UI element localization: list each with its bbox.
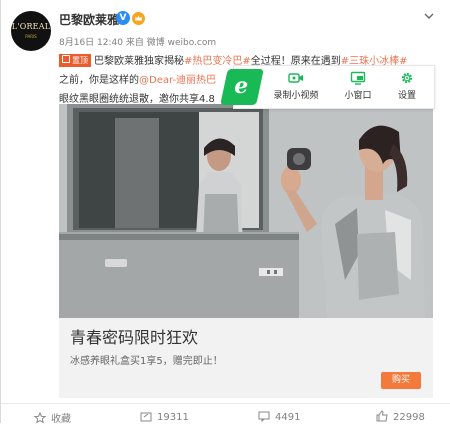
gear-icon — [401, 72, 413, 84]
post-text: 之前，你是这样的 — [59, 75, 139, 86]
browser-logo-icon[interactable]: e — [220, 69, 264, 105]
verified-icon: V — [116, 11, 130, 25]
ad-title: 青春密码限时狂欢 — [70, 328, 199, 347]
record-video-button[interactable]: 录制小视频 — [268, 71, 324, 101]
post-text-line-2: 之前，你是这样的@Dear-迪丽热巴 — [59, 71, 216, 86]
comment-button[interactable]: 4491 — [258, 410, 300, 423]
pin-icon — [62, 55, 70, 63]
ad-card[interactable]: 青春密码限时狂欢 冰感养眼礼盒买1享5，赠完即止！ 购买 — [59, 318, 433, 398]
pinned-label: 置顶 — [72, 56, 88, 65]
mini-window-label: 小窗口 — [344, 91, 372, 101]
browser-logo-letter: e — [234, 73, 249, 99]
post-text: 巴黎欧莱雅独家揭秘 — [94, 56, 184, 67]
thumbs-up-icon — [376, 410, 388, 422]
settings-label: 设置 — [397, 91, 416, 101]
avatar-sub-text: PARIS — [25, 34, 37, 39]
footer-divider — [1, 403, 450, 404]
post-meta: 8月16日 12:40 来自 微博 weibo.com — [59, 35, 216, 48]
ad-description: 冰感养眼礼盒买1享5，赠完即止！ — [70, 356, 223, 367]
settings-button[interactable]: 设置 — [392, 71, 422, 101]
avatar-brand-text: L'OREAL — [11, 22, 51, 31]
record-video-label: 录制小视频 — [273, 91, 319, 101]
like-button[interactable]: 22998 — [376, 410, 425, 423]
video-toolbar: e 录制小视频 小窗口 设置 — [220, 65, 435, 109]
post-time[interactable]: 8月16日 12:40 — [59, 38, 123, 48]
video-record-icon — [288, 73, 303, 83]
video-frame-image — [59, 104, 433, 318]
post-video[interactable] — [59, 104, 433, 318]
post-source: 来自 微博 weibo.com — [125, 38, 217, 48]
pinned-badge: 置顶 — [59, 54, 91, 67]
crown-icon — [135, 15, 142, 21]
chevron-down-icon[interactable] — [423, 10, 435, 22]
forward-icon — [140, 412, 152, 422]
like-count: 22998 — [393, 412, 425, 423]
comment-count: 4491 — [275, 412, 301, 423]
favorite-label: 收藏 — [51, 414, 71, 425]
mention-link[interactable]: @Dear-迪丽热巴 — [139, 75, 216, 86]
comment-icon — [258, 411, 270, 423]
mini-window-button[interactable]: 小窗口 — [338, 71, 378, 101]
window-border — [0, 0, 1, 423]
forward-button[interactable]: 19311 — [140, 410, 189, 423]
mini-window-icon — [350, 71, 366, 85]
author-name[interactable]: 巴黎欧莱雅 — [59, 11, 119, 28]
avatar[interactable]: L'OREAL PARIS — [11, 11, 51, 51]
post-text-line-3: 眼纹黑眼圈统统退散，邀你共享4.8 — [59, 90, 215, 105]
buy-button[interactable]: 购买 — [381, 372, 421, 389]
star-icon — [33, 411, 47, 424]
vip-crown-icon — [132, 12, 145, 25]
forward-count: 19311 — [157, 412, 189, 423]
